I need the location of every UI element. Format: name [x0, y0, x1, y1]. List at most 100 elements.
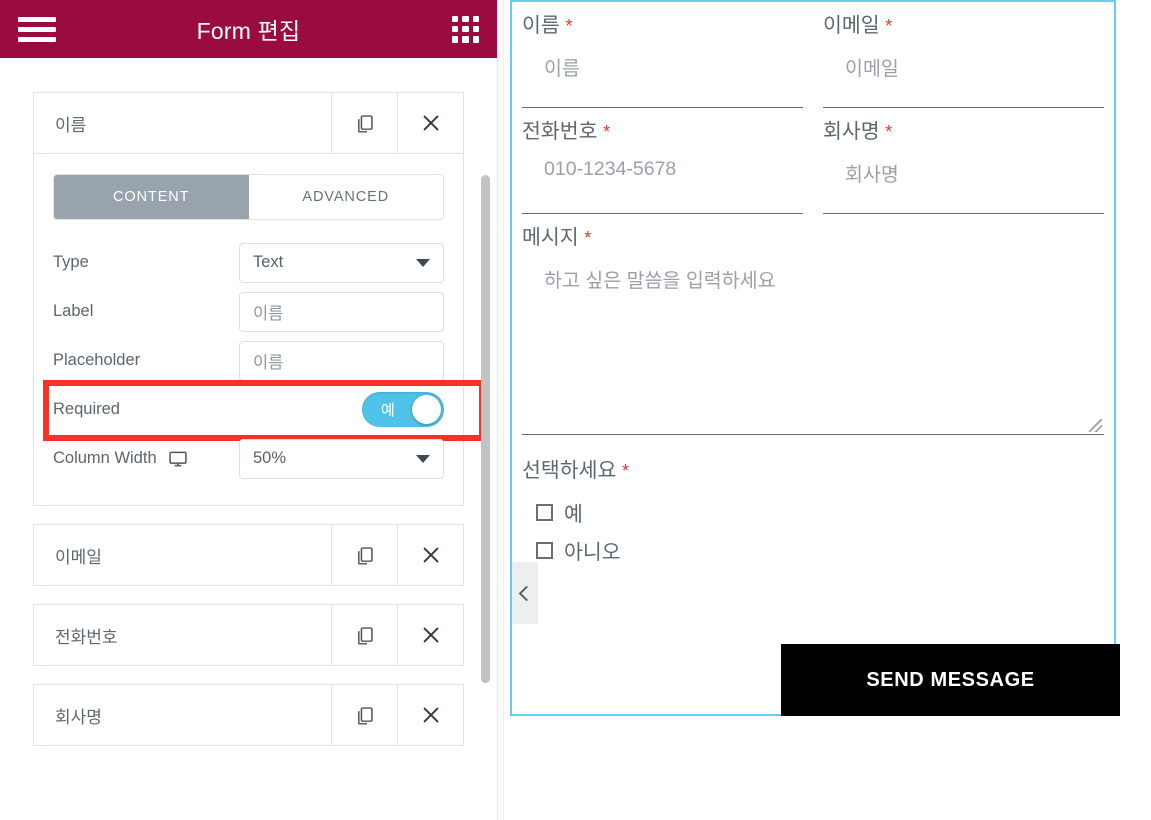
form-preview-box: 이름 * 이름 이메일 * 이메일 전화번호 * 010-1234-5678 회… — [510, 0, 1120, 716]
preview-field-email: 이메일 * 이메일 — [813, 2, 1114, 108]
property-label-required: Required — [53, 400, 120, 418]
property-row-column-width: Column Width 50% — [53, 434, 444, 483]
chevron-down-icon — [416, 258, 430, 267]
chevron-left-icon — [518, 585, 535, 601]
checkbox-list: 예 아니오 — [522, 497, 1114, 565]
required-marker: * — [622, 461, 630, 481]
field-row-email[interactable]: 이메일 — [33, 524, 464, 586]
copy-icon[interactable] — [331, 605, 397, 665]
field-row-label: 이름 — [55, 115, 87, 135]
preview-label: 회사명 * — [823, 114, 1114, 144]
field-row-company[interactable]: 회사명 — [33, 684, 464, 746]
copy-icon[interactable] — [331, 93, 397, 153]
property-label-column-width: Column Width — [53, 449, 239, 469]
checkbox-option-label: 아니오 — [564, 541, 621, 564]
property-row-label: Label 이름 — [53, 287, 444, 336]
checkbox-option-label: 예 — [564, 503, 583, 526]
hamburger-bar — [18, 16, 56, 22]
type-select[interactable]: Text — [239, 242, 444, 283]
preview-textarea-message[interactable]: 하고 싶은 말씀을 입력하세요 — [522, 264, 1104, 435]
tab-advanced[interactable]: ADVANCED — [248, 175, 443, 219]
close-icon[interactable] — [397, 93, 463, 153]
preview-input-company[interactable]: 회사명 — [823, 158, 1104, 214]
preview-label-text: 회사명 — [823, 120, 880, 143]
preview-label-text: 메시지 — [522, 226, 579, 249]
required-marker: * — [885, 122, 893, 142]
field-settings-card: CONTENT ADVANCED Type Text Label 이름 Plac… — [33, 154, 485, 506]
property-row-required-wrapper: Required 예 — [34, 380, 485, 441]
checkbox-option-no[interactable]: 아니오 — [536, 535, 1114, 565]
checkbox-option-yes[interactable]: 예 — [536, 497, 1114, 527]
preview-label-text: 전화번호 — [522, 120, 598, 143]
field-row-label: 회사명 — [55, 707, 102, 727]
label-input-value: 이름 — [253, 304, 284, 323]
required-marker: * — [565, 16, 573, 36]
preview-label: 이름 * — [522, 8, 813, 38]
hamburger-icon[interactable] — [18, 15, 56, 43]
field-row-phone[interactable]: 전화번호 — [33, 604, 464, 666]
form-editor-panel: Form 편집 이름 CONTENT ADVANCED Type Text La… — [0, 0, 497, 820]
chevron-down-icon — [416, 454, 430, 463]
close-icon[interactable] — [397, 605, 463, 665]
property-row-placeholder: Placeholder 이름 — [53, 336, 444, 385]
field-row-label: 전화번호 — [55, 627, 118, 647]
preview-field-name: 이름 * 이름 — [512, 2, 813, 108]
editor-header: Form 편집 — [0, 0, 497, 58]
preview-label-text: 선택하세요 — [522, 459, 617, 482]
preview-label: 이메일 * — [823, 8, 1114, 38]
property-row-required: Required 예 — [53, 385, 444, 434]
preview-placeholder: 이름 — [544, 58, 580, 80]
preview-input-phone[interactable]: 010-1234-5678 — [522, 158, 803, 214]
required-marker: * — [885, 16, 893, 36]
required-toggle[interactable]: 예 — [362, 392, 444, 427]
preview-placeholder: 하고 싶은 말씀을 입력하세요 — [544, 270, 776, 292]
preview-field-phone: 전화번호 * 010-1234-5678 — [512, 108, 813, 214]
panel-collapse-handle[interactable] — [512, 562, 538, 624]
placeholder-input[interactable]: 이름 — [239, 340, 444, 381]
field-row-selected[interactable]: 이름 — [33, 92, 464, 154]
monitor-icon[interactable] — [167, 449, 189, 469]
close-icon[interactable] — [397, 525, 463, 585]
page-title: Form 편집 — [196, 18, 301, 44]
send-message-button[interactable]: SEND MESSAGE — [781, 644, 1120, 716]
column-width-select[interactable]: 50% — [239, 438, 444, 479]
required-toggle-label: 예 — [381, 402, 395, 419]
preview-label: 전화번호 * — [522, 114, 813, 144]
preview-input-email[interactable]: 이메일 — [823, 52, 1104, 108]
copy-icon[interactable] — [331, 685, 397, 745]
panel-scroll-area: 이름 CONTENT ADVANCED Type Text Label 이름 P… — [0, 58, 497, 820]
preview-label: 메시지 * — [522, 220, 1114, 250]
column-width-text: Column Width — [53, 449, 157, 467]
form-preview-area: 이름 * 이름 이메일 * 이메일 전화번호 * 010-1234-5678 회… — [504, 0, 1151, 820]
settings-tabs: CONTENT ADVANCED — [53, 174, 444, 220]
field-row-label: 이메일 — [55, 547, 102, 567]
preview-row-2: 전화번호 * 010-1234-5678 회사명 * 회사명 — [512, 108, 1114, 214]
required-marker: * — [584, 228, 592, 248]
preview-placeholder: 회사명 — [845, 164, 899, 186]
checkbox-icon[interactable] — [536, 541, 553, 559]
close-icon[interactable] — [397, 685, 463, 745]
panel-scrollbar-thumb[interactable] — [481, 175, 490, 683]
apps-grid-icon[interactable] — [452, 15, 479, 43]
preview-placeholder: 010-1234-5678 — [544, 158, 677, 180]
property-row-type: Type Text — [53, 238, 444, 287]
property-label-type: Type — [53, 253, 89, 271]
copy-icon[interactable] — [331, 525, 397, 585]
preview-input-name[interactable]: 이름 — [522, 52, 803, 108]
column-width-value: 50% — [253, 449, 287, 467]
preview-label-text: 이름 — [522, 14, 560, 37]
property-label-label: Label — [53, 302, 94, 320]
property-label-placeholder: Placeholder — [53, 351, 141, 369]
resize-grip-icon[interactable] — [1089, 419, 1102, 432]
tab-content[interactable]: CONTENT — [54, 175, 249, 219]
placeholder-input-value: 이름 — [253, 353, 284, 372]
preview-placeholder: 이메일 — [845, 58, 899, 80]
required-marker: * — [603, 122, 611, 142]
preview-label: 선택하세요 * — [522, 453, 1114, 483]
checkbox-icon[interactable] — [536, 503, 553, 521]
hamburger-bar — [18, 26, 56, 32]
preview-choice-group: 선택하세요 * 예 아니오 — [512, 435, 1114, 565]
preview-row-1: 이름 * 이름 이메일 * 이메일 — [512, 2, 1114, 108]
preview-field-message: 메시지 * 하고 싶은 말씀을 입력하세요 — [512, 214, 1114, 435]
label-input[interactable]: 이름 — [239, 291, 444, 332]
